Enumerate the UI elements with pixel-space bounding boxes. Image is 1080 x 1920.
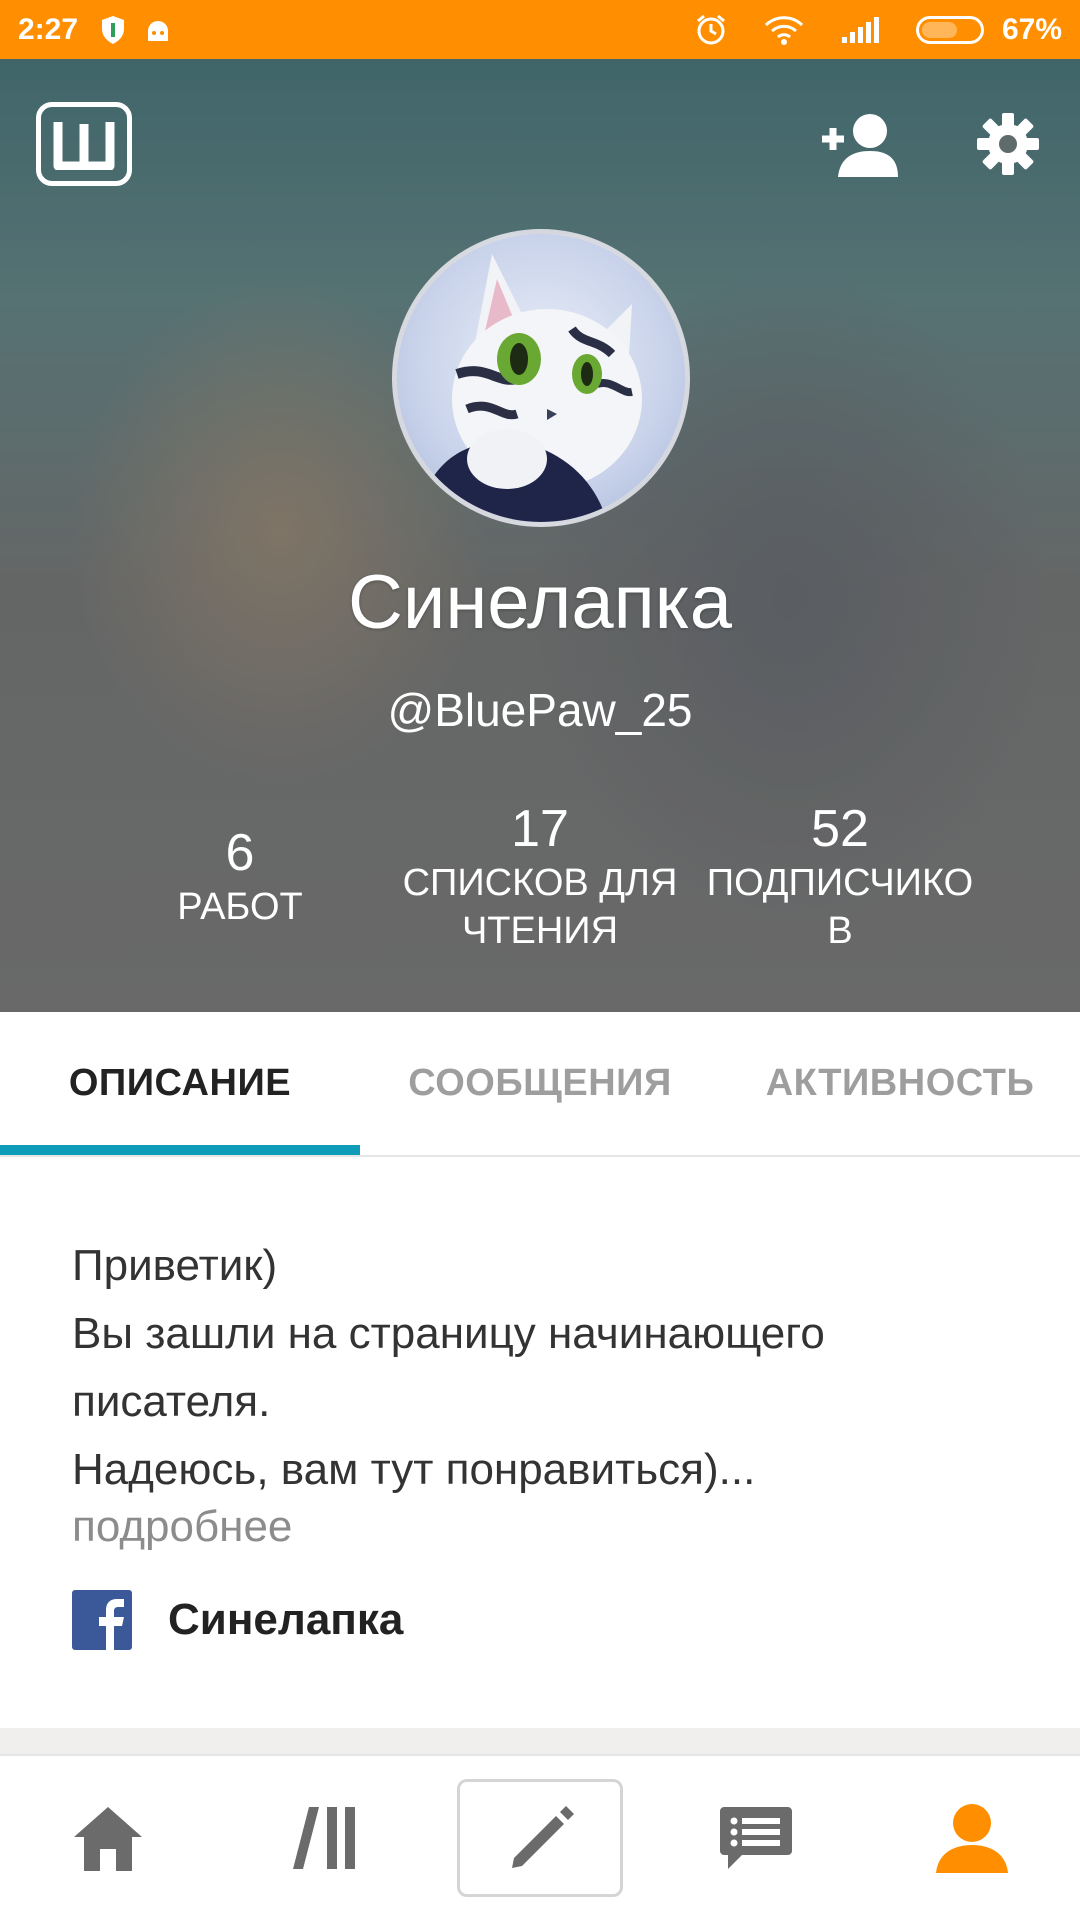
battery-percent: 67%	[1001, 12, 1062, 46]
status-time: 2:27	[18, 12, 79, 46]
android-icon	[144, 17, 172, 43]
stat-works-label: РАБОТ	[177, 886, 303, 928]
stat-reading-lists[interactable]: 17 СПИСКОВ ДЛЯ ЧТЕНИЯ	[390, 799, 690, 955]
profile-header: Синелапка @BluePaw_25 6 РАБОТ 17 СПИСКОВ…	[0, 59, 1080, 1012]
stat-followers[interactable]: 52 ПОДПИСЧИКО В	[690, 799, 990, 955]
bottom-nav	[0, 1754, 1080, 1920]
write-button[interactable]	[457, 1779, 623, 1897]
facebook-name: Синелапка	[168, 1595, 404, 1644]
nav-messages[interactable]	[648, 1756, 864, 1920]
add-user-icon	[822, 114, 898, 177]
facebook-icon	[72, 1590, 132, 1650]
battery-level	[921, 21, 958, 38]
avatar-image	[417, 254, 642, 522]
stat-reading-lists-label-line2: ЧТЕНИЯ	[461, 910, 619, 952]
profile-icon	[936, 1804, 1008, 1873]
section-divider	[0, 1728, 1080, 1754]
signal-icon	[840, 15, 880, 45]
profile-name: Синелапка	[347, 560, 732, 645]
profile-description: Приветик) Вы зашли на страницу начинающе…	[72, 1232, 1012, 1504]
battery-icon	[915, 15, 984, 44]
username: @BluePaw_25	[387, 684, 693, 736]
stat-works-count: 6	[225, 824, 255, 882]
library-icon	[293, 1807, 355, 1869]
settings-button[interactable]	[975, 111, 1041, 177]
alarm-icon	[694, 13, 728, 47]
profile-tabs: ОПИСАНИЕ СООБЩЕНИЯ АКТИВНОСТЬ	[0, 1012, 1080, 1157]
description-line: Вы зашли на страницу начинающего	[72, 1309, 825, 1358]
nav-home[interactable]	[0, 1756, 216, 1920]
read-more-link[interactable]: подробнее	[72, 1502, 292, 1552]
status-bar: 2:27 67%	[0, 0, 1080, 59]
nav-library[interactable]	[216, 1756, 432, 1920]
profile-screen: 2:27 67% Синелапка @BluePaw_25 6 РАБОТ 1…	[0, 0, 1080, 1920]
stat-followers-label-line1: ПОДПИСЧИКО	[706, 862, 974, 904]
wattpad-logo-icon	[53, 122, 115, 170]
description-line: Надеюсь, вам тут понравиться)...	[72, 1445, 756, 1494]
add-user-button[interactable]	[818, 109, 900, 179]
wifi-icon	[764, 15, 804, 45]
stat-followers-label-line2: В	[827, 910, 853, 952]
stat-followers-count: 52	[811, 800, 869, 858]
avatar[interactable]	[392, 229, 690, 527]
status-right: 67%	[694, 13, 1062, 47]
description-line: Приветик)	[72, 1241, 278, 1290]
shield-icon	[100, 15, 126, 45]
facebook-link[interactable]: Синелапка	[72, 1590, 403, 1650]
home-icon	[74, 1807, 142, 1871]
tab-activity[interactable]: АКТИВНОСТЬ	[720, 1012, 1080, 1155]
description-line: писателя.	[72, 1377, 271, 1426]
messages-icon	[720, 1807, 792, 1869]
tab-messages[interactable]: СООБЩЕНИЯ	[360, 1012, 720, 1155]
tab-description[interactable]: ОПИСАНИЕ	[0, 1012, 360, 1155]
stat-reading-lists-count: 17	[511, 800, 569, 858]
gear-icon	[977, 113, 1039, 175]
stat-works[interactable]: 6 РАБОТ	[90, 823, 390, 931]
stat-reading-lists-label-line1: СПИСКОВ ДЛЯ	[402, 862, 678, 904]
write-icon	[512, 1806, 574, 1868]
nav-write[interactable]	[432, 1756, 648, 1920]
wattpad-logo-button[interactable]	[36, 102, 132, 186]
nav-profile[interactable]	[864, 1756, 1080, 1920]
